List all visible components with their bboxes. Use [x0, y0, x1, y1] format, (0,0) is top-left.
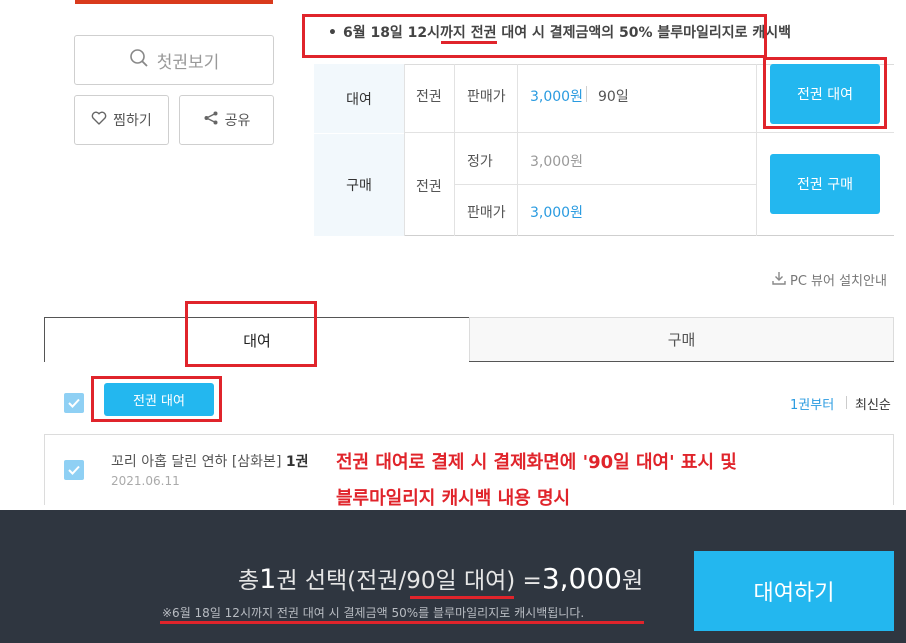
annotation-line-2: 블루마일리지 캐시백 내용 명시	[336, 488, 571, 509]
item-title: 꼬리 아홉 달린 연하 [삼화본] 1권	[111, 454, 309, 470]
buy-scope: 전권	[416, 179, 442, 195]
table-divider	[517, 64, 518, 236]
sort-newest[interactable]: 최신순	[855, 394, 891, 413]
annotation-line-1: 전권 대여로 결제 시 결제화면에 '90일 대여' 표시 및	[336, 452, 737, 473]
pc-viewer-link[interactable]: PC 뷰어 설치안내	[772, 270, 887, 289]
selection-summary: 총 1권 선택(전권/90일 대여) = 3,000 원	[238, 562, 644, 595]
rent-now-button[interactable]: 대여하기	[694, 551, 894, 631]
buy-price: 3,000원	[530, 205, 583, 221]
buy-list-price: 3,000원	[530, 154, 583, 170]
heart-icon	[91, 111, 107, 129]
sort-from-first[interactable]: 1권부터	[790, 394, 834, 413]
cashback-note: ※6월 18일 12시까지 전권 대여 시 결제금액 50%를 블루마일리지로 …	[162, 606, 585, 620]
period-underline	[410, 596, 514, 599]
promo-underline	[441, 41, 497, 44]
rent-button-highlight	[763, 57, 887, 129]
tab-buy[interactable]: 구매	[469, 317, 894, 362]
rental-period: 90일 대여	[406, 568, 507, 594]
rent-row-label: 대여	[314, 64, 404, 133]
download-icon	[772, 271, 786, 289]
rent-period: 90일	[598, 89, 629, 105]
total-price: 3,000	[541, 562, 622, 595]
promo-highlight-box	[302, 14, 767, 58]
rent-scope: 전권	[416, 89, 442, 105]
rent-all-small-highlight	[91, 376, 222, 422]
share-button[interactable]: 공유	[179, 95, 274, 145]
search-icon	[129, 48, 149, 73]
item-date: 2021.06.11	[111, 474, 180, 488]
buy-price-label: 판매가	[467, 205, 506, 221]
rent-price-label: 판매가	[467, 89, 506, 105]
cover-image	[75, 0, 273, 4]
item-volume: 1권	[285, 454, 309, 470]
preview-label: 첫권보기	[156, 52, 220, 73]
table-divider	[454, 184, 756, 185]
rent-price: 3,000원	[530, 89, 583, 105]
tab-highlight-box	[185, 301, 317, 367]
pc-viewer-label: PC 뷰어 설치안내	[790, 274, 887, 289]
table-divider	[404, 64, 405, 236]
wishlist-button[interactable]: 찜하기	[74, 95, 169, 145]
note-underline	[160, 621, 644, 624]
share-icon	[203, 110, 219, 130]
table-divider	[756, 64, 757, 236]
sort-separator	[846, 396, 847, 409]
item-checkbox[interactable]	[64, 460, 84, 480]
preview-button[interactable]: 첫권보기	[74, 35, 274, 85]
share-label: 공유	[224, 113, 251, 129]
buy-all-button[interactable]: 전권 구매	[770, 154, 880, 214]
table-divider	[454, 64, 455, 236]
selected-count: 1	[259, 564, 277, 595]
buy-row-label: 구매	[314, 134, 404, 236]
wishlist-label: 찜하기	[113, 113, 152, 129]
buy-list-label: 정가	[467, 154, 493, 170]
price-separator	[586, 86, 587, 102]
select-all-checkbox[interactable]	[64, 393, 84, 413]
